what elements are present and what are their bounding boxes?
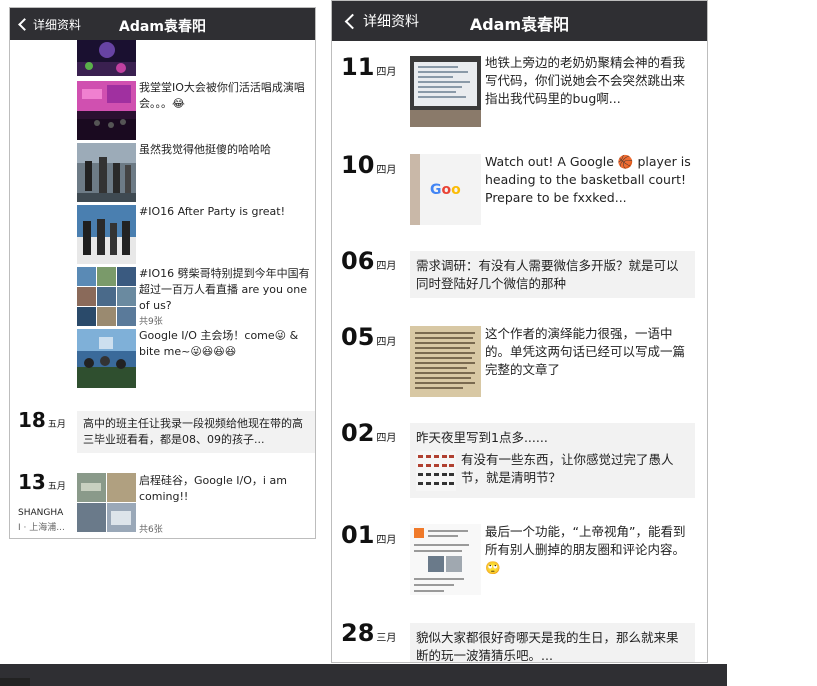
- photo-thumbnail[interactable]: [410, 524, 481, 595]
- date-label: 10 四月: [341, 151, 396, 179]
- text-post-bubble[interactable]: 需求调研：有没有人需要微信多开版？就是可以同时登陆好几个微信的那种: [410, 251, 695, 298]
- month-label: 三月: [376, 633, 397, 644]
- left-navbar: 详细资料 Adam袁春阳: [10, 8, 315, 40]
- day-number: 13: [18, 470, 46, 494]
- shared-link-thumbnail: [416, 451, 456, 491]
- post-text[interactable]: 地铁上旁边的老奶奶聚精会神的看我写代码，你们说她会不会突然跳出来指出我代码里的b…: [485, 54, 695, 108]
- month-label: 五月: [47, 482, 66, 492]
- right-navbar: 详细资料 Adam袁春阳: [332, 1, 707, 41]
- svg-text:Goo: Goo: [430, 182, 461, 198]
- date-label: 01 四月: [341, 521, 396, 549]
- left-back-label: 详细资料: [33, 17, 82, 32]
- photo-thumbnail[interactable]: [410, 326, 481, 397]
- bottom-bar-notch: [0, 678, 30, 686]
- month-label: 四月: [376, 67, 397, 78]
- photo-grid-thumbnail[interactable]: [77, 267, 136, 326]
- right-phone-screen: 详细资料 Adam袁春阳 11 四月 地铁上旁边的老奶奶聚精会神的看我写代码，你们…: [331, 0, 708, 663]
- shared-link-text: 有没有一些东西，让你感觉过完了愚人节，就是清明节？: [461, 452, 674, 485]
- day-number: 06: [341, 247, 375, 275]
- photo-thumbnail[interactable]: [410, 56, 481, 127]
- photo-thumbnail[interactable]: [77, 329, 136, 388]
- photo-thumbnail[interactable]: [77, 205, 136, 264]
- post-text[interactable]: Watch out! A Google 🏀 player is heading …: [485, 153, 695, 207]
- post-text[interactable]: 这个作者的演绎能力很强，一语中的。单凭这两句话已经可以写成一篇完整的文章了: [485, 325, 695, 379]
- left-phone-screen: 详细资料 Adam袁春阳 我堂堂IO大会被你们活活唱成演唱会。。。😂 虽然我觉得…: [9, 7, 316, 539]
- day-number: 02: [341, 419, 375, 447]
- month-label: 四月: [376, 165, 397, 176]
- post-text[interactable]: 最后一个功能，“上帝视角”，能看到所有别人删掉的朋友圈和评论内容。🙄: [485, 523, 695, 577]
- text-post-bubble[interactable]: 貌似大家都很好奇哪天是我的生日，那么就来果断的玩一波猜猜乐吧。...: [410, 623, 695, 662]
- screenshot-stage: 详细资料 Adam袁春阳 我堂堂IO大会被你们活活唱成演唱会。。。😂 虽然我觉得…: [0, 0, 817, 686]
- post-text[interactable]: Google I/O 主会场！come😜 & bite me~😜😆😆😆: [139, 328, 311, 360]
- date-label: 02 四月: [341, 419, 396, 447]
- post-text[interactable]: 我堂堂IO大会被你们活活唱成演唱会。。。😂: [139, 80, 311, 112]
- photo-count: 共6张: [139, 525, 163, 535]
- location-label-cont: I · 上海浦...: [18, 523, 65, 533]
- right-back-button[interactable]: 详细资料: [344, 11, 419, 31]
- photo-thumbnail[interactable]: [77, 40, 136, 76]
- post-text[interactable]: #IO16 After Party is great!: [139, 204, 311, 220]
- chevron-left-icon: [344, 13, 361, 29]
- day-number: 01: [341, 521, 375, 549]
- photo-thumbnail[interactable]: [77, 81, 136, 140]
- bottom-bar: [0, 664, 727, 686]
- date-label: 06 四月: [341, 247, 396, 275]
- month-label: 五月: [47, 420, 66, 430]
- shared-link-card[interactable]: 有没有一些东西，让你感觉过完了愚人节，就是清明节？: [416, 451, 689, 491]
- day-number: 11: [341, 53, 375, 81]
- shared-post-bubble[interactable]: 昨天夜里写到1点多...... 有没有一些东西，让你感觉过完了愚人节，就是清明节…: [410, 423, 695, 498]
- date-label: 13 五月: [18, 470, 66, 494]
- month-label: 四月: [376, 433, 397, 444]
- photo-count: 共9张: [139, 317, 163, 327]
- month-label: 四月: [376, 535, 397, 546]
- date-label: 18 五月: [18, 408, 66, 432]
- day-number: 05: [341, 323, 375, 351]
- location-label: SHANGHA: [18, 508, 64, 518]
- photo-thumbnail[interactable]: Goo: [410, 154, 481, 225]
- month-label: 四月: [376, 261, 397, 272]
- month-label: 四月: [376, 337, 397, 348]
- right-back-label: 详细资料: [363, 14, 419, 30]
- left-back-button[interactable]: 详细资料: [18, 16, 82, 33]
- date-label: 11 四月: [341, 53, 396, 81]
- post-text[interactable]: #IO16 劈柴哥特别提到今年中国有超过一百万人看直播 are you one …: [139, 266, 311, 314]
- day-number: 18: [18, 408, 46, 432]
- post-text: 昨天夜里写到1点多......: [416, 430, 548, 445]
- post-text[interactable]: 虽然我觉得他挺傻的哈哈哈: [139, 142, 311, 158]
- day-number: 10: [341, 151, 375, 179]
- post-text[interactable]: 启程硅谷，Google I/O，i am coming!!: [139, 473, 311, 505]
- text-post-bubble[interactable]: 高中的班主任让我录一段视频给他现在带的高三毕业班看看，都是08、09的孩子...: [77, 411, 315, 453]
- photo-grid-thumbnail[interactable]: [77, 473, 136, 532]
- date-label: 28 三月: [341, 619, 396, 647]
- photo-thumbnail[interactable]: [77, 143, 136, 202]
- day-number: 28: [341, 619, 375, 647]
- date-label: 05 四月: [341, 323, 396, 351]
- chevron-left-icon: [18, 17, 31, 31]
